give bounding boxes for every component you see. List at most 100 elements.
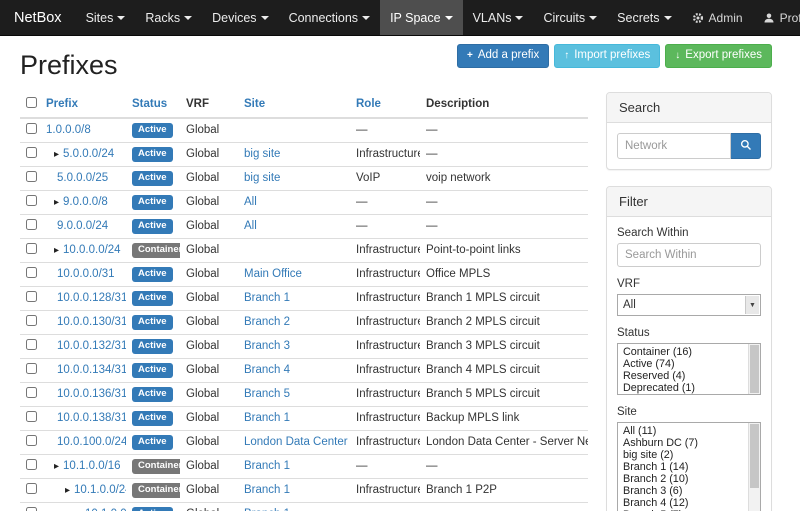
- status-badge[interactable]: Active: [132, 291, 173, 306]
- status-listbox-scrollbar[interactable]: [748, 344, 760, 394]
- status-badge[interactable]: Active: [132, 267, 173, 282]
- chevron-down-icon[interactable]: ▼: [745, 296, 759, 314]
- row-checkbox[interactable]: [26, 243, 37, 254]
- import-prefixes-button[interactable]: ↑ Import prefixes: [554, 44, 660, 68]
- site-link[interactable]: Branch 1: [244, 460, 290, 472]
- column-header-site[interactable]: Site: [238, 92, 350, 118]
- status-badge[interactable]: Active: [132, 195, 173, 210]
- row-checkbox[interactable]: [26, 171, 37, 182]
- status-badge[interactable]: Active: [132, 123, 173, 138]
- column-header-role[interactable]: Role: [350, 92, 420, 118]
- row-checkbox[interactable]: [26, 315, 37, 326]
- site-link[interactable]: big site: [244, 172, 280, 184]
- status-badge[interactable]: Container: [132, 459, 180, 474]
- prefix-link[interactable]: 10.1.0.0/16: [63, 460, 121, 472]
- column-header-prefix[interactable]: Prefix: [40, 92, 126, 118]
- listbox-option[interactable]: big site (2): [621, 449, 746, 461]
- admin-menu-item[interactable]: Admin: [682, 0, 753, 35]
- status-badge[interactable]: Active: [132, 411, 173, 426]
- row-checkbox[interactable]: [26, 291, 37, 302]
- site-link[interactable]: Main Office: [244, 268, 302, 280]
- site-link[interactable]: All: [244, 196, 257, 208]
- row-checkbox[interactable]: [26, 267, 37, 278]
- site-link[interactable]: Branch 1: [244, 412, 290, 424]
- listbox-option[interactable]: Container (16): [621, 346, 746, 358]
- select-all-checkbox[interactable]: [26, 97, 37, 108]
- nav-item-sites[interactable]: Sites: [76, 0, 136, 35]
- row-checkbox[interactable]: [26, 507, 37, 511]
- export-prefixes-button[interactable]: ↓ Export prefixes: [665, 44, 772, 68]
- listbox-option[interactable]: Active (74): [621, 358, 746, 370]
- prefix-link[interactable]: 10.0.0.134/31: [57, 364, 126, 376]
- nav-item-connections[interactable]: Connections: [279, 0, 381, 35]
- prefix-link[interactable]: 10.0.0.130/31: [57, 316, 126, 328]
- prefix-link[interactable]: 1.0.0.0/8: [46, 124, 91, 136]
- listbox-option[interactable]: Reserved (4): [621, 370, 746, 382]
- status-badge[interactable]: Active: [132, 147, 173, 162]
- search-button[interactable]: [731, 133, 761, 159]
- status-listbox[interactable]: Container (16)Active (74)Reserved (4)Dep…: [617, 343, 761, 395]
- row-checkbox[interactable]: [26, 339, 37, 350]
- add-prefix-button[interactable]: + Add a prefix: [457, 44, 549, 68]
- row-checkbox[interactable]: [26, 459, 37, 470]
- vrf-select[interactable]: All ▼: [617, 294, 761, 316]
- search-input[interactable]: [617, 133, 731, 159]
- nav-item-racks[interactable]: Racks: [135, 0, 202, 35]
- site-link[interactable]: All: [244, 220, 257, 232]
- prefix-link[interactable]: 10.0.0.0/24: [63, 244, 121, 256]
- row-checkbox[interactable]: [26, 411, 37, 422]
- row-checkbox[interactable]: [26, 123, 37, 134]
- nav-item-vlans[interactable]: VLANs: [463, 0, 534, 35]
- status-badge[interactable]: Active: [132, 507, 173, 511]
- row-checkbox[interactable]: [26, 363, 37, 374]
- profile-menu-item[interactable]: Profile: [753, 0, 800, 35]
- prefix-link[interactable]: 5.0.0.0/24: [63, 148, 114, 160]
- listbox-option[interactable]: Deprecated (1): [621, 382, 746, 394]
- listbox-option[interactable]: All (11): [621, 425, 746, 437]
- row-checkbox[interactable]: [26, 219, 37, 230]
- prefix-link[interactable]: 10.0.0.132/31: [57, 340, 126, 352]
- brand-link[interactable]: NetBox: [0, 0, 76, 35]
- prefix-link[interactable]: 10.0.0.0/31: [57, 268, 115, 280]
- listbox-option[interactable]: Branch 3 (6): [621, 485, 746, 497]
- site-link[interactable]: London Data Center: [244, 436, 348, 448]
- nav-item-circuits[interactable]: Circuits: [533, 0, 607, 35]
- search-within-input[interactable]: [617, 243, 761, 267]
- site-link[interactable]: Branch 1: [244, 292, 290, 304]
- site-link[interactable]: Branch 5: [244, 388, 290, 400]
- listbox-option[interactable]: Ashburn DC (7): [621, 437, 746, 449]
- row-checkbox[interactable]: [26, 195, 37, 206]
- nav-item-secrets[interactable]: Secrets: [607, 0, 681, 35]
- site-listbox[interactable]: All (11)Ashburn DC (7)big site (2)Branch…: [617, 422, 761, 511]
- listbox-option[interactable]: Branch 4 (12): [621, 497, 746, 509]
- site-link[interactable]: big site: [244, 148, 280, 160]
- nav-item-ip-space[interactable]: IP Space: [380, 0, 463, 35]
- status-badge[interactable]: Container: [132, 483, 180, 498]
- prefix-link[interactable]: 10.0.0.138/31: [57, 412, 126, 424]
- status-badge[interactable]: Active: [132, 171, 173, 186]
- site-listbox-scrollbar[interactable]: [748, 423, 760, 511]
- prefix-link[interactable]: 10.1.0.0/24: [74, 484, 126, 496]
- status-badge[interactable]: Active: [132, 339, 173, 354]
- prefix-link[interactable]: 9.0.0.0/24: [57, 220, 108, 232]
- row-checkbox[interactable]: [26, 387, 37, 398]
- status-badge[interactable]: Active: [132, 219, 173, 234]
- row-checkbox[interactable]: [26, 147, 37, 158]
- status-badge[interactable]: Active: [132, 315, 173, 330]
- status-badge[interactable]: Container: [132, 243, 180, 258]
- prefix-link[interactable]: 9.0.0.0/8: [63, 196, 108, 208]
- status-badge[interactable]: Active: [132, 387, 173, 402]
- column-header-status[interactable]: Status: [126, 92, 180, 118]
- status-badge[interactable]: Active: [132, 363, 173, 378]
- site-link[interactable]: Branch 4: [244, 364, 290, 376]
- site-link[interactable]: Branch 1: [244, 484, 290, 496]
- prefix-link[interactable]: 10.0.0.128/31: [57, 292, 126, 304]
- site-link[interactable]: Branch 2: [244, 316, 290, 328]
- status-badge[interactable]: Active: [132, 435, 173, 450]
- prefix-link[interactable]: 10.0.100.0/24: [57, 436, 126, 448]
- nav-item-devices[interactable]: Devices: [202, 0, 278, 35]
- row-checkbox[interactable]: [26, 435, 37, 446]
- site-link[interactable]: Branch 3: [244, 340, 290, 352]
- listbox-option[interactable]: Branch 2 (10): [621, 473, 746, 485]
- listbox-option[interactable]: Branch 1 (14): [621, 461, 746, 473]
